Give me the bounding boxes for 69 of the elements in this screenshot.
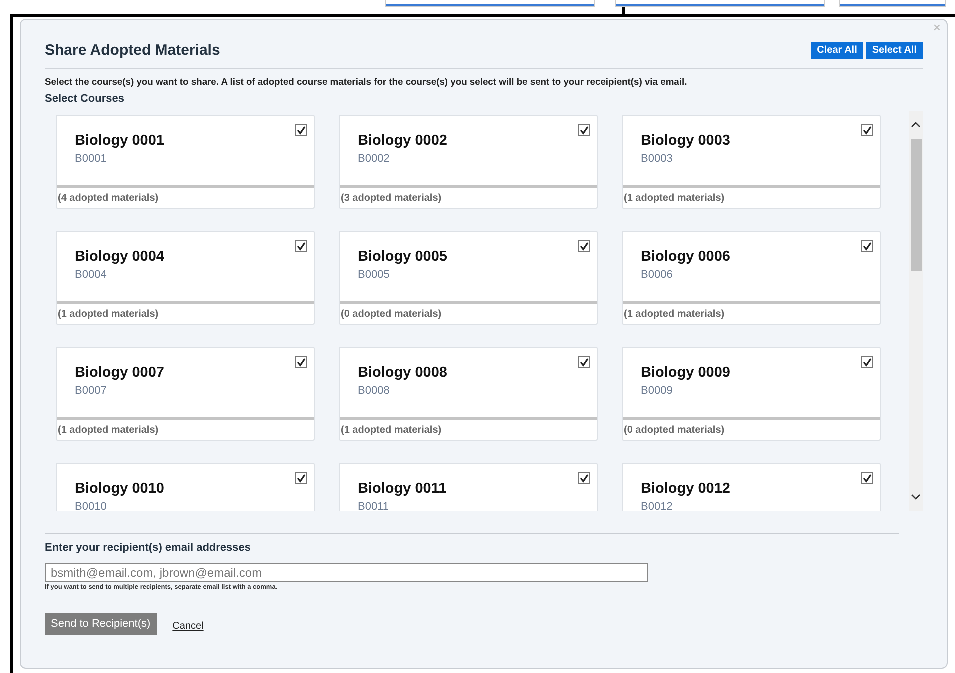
course-card[interactable]: Biology 0008 B0008 (1 adopted materials) [339, 347, 598, 441]
materials-count: (1 adopted materials) [57, 308, 160, 322]
materials-count: (1 adopted materials) [623, 308, 726, 322]
materials-count: (0 adopted materials) [340, 308, 443, 322]
checkbox[interactable] [861, 472, 873, 484]
materials-count: (1 adopted materials) [340, 424, 443, 438]
course-title: Biology 0009 [641, 365, 732, 381]
course-code: B0007 [75, 385, 108, 397]
course-title: Biology 0011 [358, 481, 448, 497]
course-card[interactable]: Biology 0005 B0005 (0 adopted materials) [339, 231, 598, 325]
scroll-down-icon[interactable] [911, 493, 921, 501]
checkbox[interactable] [295, 356, 307, 368]
course-title: Biology 0010 [75, 481, 166, 497]
course-code: B0003 [641, 153, 674, 165]
course-code: B0002 [358, 153, 391, 165]
course-card[interactable]: Biology 0002 B0002 (3 adopted materials) [339, 115, 598, 209]
checkbox[interactable] [578, 472, 590, 484]
checkbox[interactable] [295, 240, 307, 252]
course-title: Biology 0003 [641, 133, 732, 149]
checkbox[interactable] [578, 356, 590, 368]
materials-count: (4 adopted materials) [57, 192, 160, 206]
course-code: B0009 [641, 385, 674, 397]
scroll-up-icon[interactable] [911, 121, 921, 129]
materials-count: (1 adopted materials) [623, 192, 726, 206]
course-code: B0004 [75, 269, 108, 281]
course-title: Biology 0012 [641, 481, 732, 497]
course-title: Biology 0006 [641, 249, 732, 265]
cancel-link[interactable]: Cancel [172, 620, 204, 632]
course-code: B0005 [358, 269, 391, 281]
course-code: B0006 [641, 269, 674, 281]
section-label: Select Courses [45, 93, 126, 105]
course-title: Biology 0005 [358, 249, 448, 265]
checkbox[interactable] [295, 124, 307, 136]
course-card[interactable]: Biology 0010 B0010 [56, 463, 315, 511]
course-card[interactable]: Biology 0007 B0007 (1 adopted materials) [56, 347, 315, 441]
checkbox[interactable] [861, 124, 873, 136]
checkbox[interactable] [861, 240, 873, 252]
course-code: B0010 [75, 501, 108, 511]
course-code: B0011 [358, 501, 390, 511]
course-card[interactable]: Biology 0003 B0003 (1 adopted materials) [622, 115, 881, 209]
course-code: B0001 [75, 153, 108, 165]
course-title: Biology 0008 [358, 365, 448, 381]
course-card[interactable]: Biology 0012 B0012 [622, 463, 881, 511]
checkbox[interactable] [295, 472, 307, 484]
materials-count: (0 adopted materials) [623, 424, 726, 438]
email-label: Enter your recipient(s) email addresses [45, 542, 252, 554]
course-title: Biology 0004 [75, 249, 166, 265]
checkbox[interactable] [578, 240, 590, 252]
checkbox[interactable] [861, 356, 873, 368]
course-code: B0008 [358, 385, 391, 397]
scroll-thumb[interactable] [910, 139, 922, 271]
scrollbar[interactable] [909, 111, 923, 511]
course-card[interactable]: Biology 0011 B0011 [339, 463, 598, 511]
email-field[interactable]: bsmith@email.com, jbrown@email.com [45, 563, 648, 582]
course-title: Biology 0001 [75, 133, 166, 149]
instructions-text: Select the course(s) you want to share. A list of adopted course materials for the course(s) you select will be sent to your receipient(s) via email. [45, 76, 688, 87]
checkbox[interactable] [578, 124, 590, 136]
dialog-title: Share Adopted Materials [45, 42, 220, 59]
materials-count: (3 adopted materials) [340, 192, 443, 206]
course-title: Biology 0007 [75, 365, 166, 381]
course-card[interactable]: Biology 0004 B0004 (1 adopted materials) [56, 231, 315, 325]
materials-count: (1 adopted materials) [57, 424, 160, 438]
course-title: Biology 0002 [358, 133, 448, 149]
course-code: B0012 [641, 501, 674, 511]
course-card[interactable]: Biology 0009 B0009 (0 adopted materials) [622, 347, 881, 441]
action-button[interactable]: Select All [866, 42, 923, 59]
action-button[interactable]: Clear All [811, 42, 864, 59]
course-card[interactable]: Biology 0006 B0006 (1 adopted materials) [622, 231, 881, 325]
course-card[interactable]: Biology 0001 B0001 (4 adopted materials) [56, 115, 315, 209]
